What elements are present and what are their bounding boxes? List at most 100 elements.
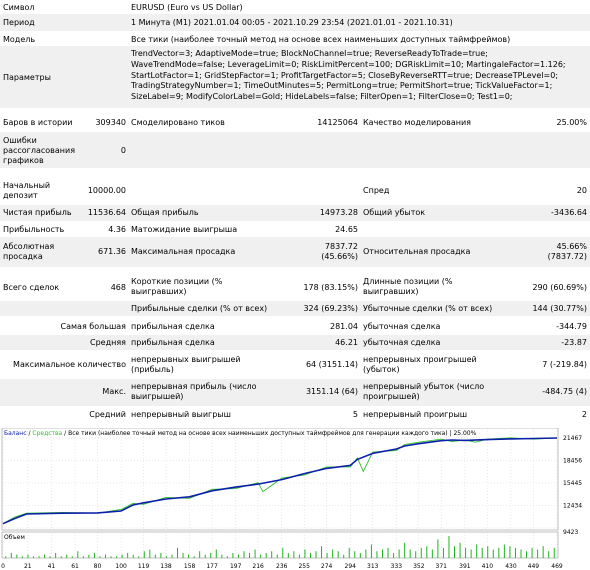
- avg-cons-losses-label: непрерывный проигрыш: [363, 410, 468, 419]
- y-tick-label: 9423: [563, 529, 578, 536]
- long-label: Длинные позиции (%: [363, 277, 453, 286]
- profit-trades-value: 324 (69.23%): [303, 304, 358, 313]
- max-count-label: Максимальное количество: [13, 360, 126, 369]
- max-cons-profit-label: выигрышей): [131, 392, 184, 401]
- params-line: WaveTrendMode=false; LeverageLimit=0; Ri…: [131, 59, 566, 69]
- model-label: Модель: [3, 35, 36, 44]
- total-trades-label: Всего сделок: [3, 283, 60, 292]
- deposit-label: депозит: [3, 191, 38, 200]
- x-tick-label: 274: [321, 563, 333, 570]
- params-line: StartLotFactor=1; GridStepFactor=1; Prof…: [131, 70, 559, 80]
- x-tick-label: 177: [206, 563, 218, 570]
- loss-trades-value: 144 (30.77%): [532, 304, 587, 313]
- x-tick-label: 449: [528, 563, 540, 570]
- average-loss-label: убыточная сделка: [363, 338, 441, 347]
- params-line: SizeLabel=9; ModifyColorLabel=Gold; Hide…: [131, 92, 513, 102]
- deposit-value: 10000.00: [87, 186, 126, 195]
- profit-factor-label: Прибыльность: [3, 225, 65, 234]
- abs-dd-value: 671.36: [98, 247, 126, 256]
- x-tick-label: 313: [367, 563, 379, 570]
- gross-profit-value: 14973.28: [319, 208, 358, 217]
- rel-dd-label: Относительная просадка: [363, 247, 471, 256]
- largest-loss-label: убыточная сделка: [363, 322, 441, 331]
- x-tick-label: 80: [94, 563, 102, 570]
- loss-trades-label: Убыточные сделки (% от всех): [363, 304, 493, 313]
- x-tick-label: 352: [413, 563, 425, 570]
- total-trades-value: 468: [110, 283, 126, 292]
- avg-cons-wins-label: непрерывный выигрыш: [131, 410, 231, 419]
- chart-subtitle: Все тики (наиболее точный метод на основ…: [68, 430, 477, 437]
- quality-label: Качество моделирования: [363, 118, 471, 127]
- x-tick-label: 216: [252, 563, 264, 570]
- cons-losses-value: 7 (-219.84): [542, 360, 587, 369]
- x-tick-label: 391: [459, 563, 471, 570]
- abs-dd-label: просадка: [3, 252, 43, 261]
- y-axis-ticks: 21467 18456 15445 12434 9423: [563, 435, 582, 536]
- max-dd-value: 7837.72: [324, 242, 358, 251]
- x-tick-label: 371: [436, 563, 448, 570]
- ticks-value: 14125064: [317, 118, 358, 127]
- average-loss-value: -23.87: [561, 338, 587, 347]
- gross-loss-label: Общий убыток: [363, 208, 426, 217]
- expected-payoff-value: 24.65: [335, 225, 358, 234]
- abs-dd-label: Абсолютная: [3, 242, 55, 251]
- max-cons-profit-label: непрерывная прибыль (число: [131, 382, 257, 391]
- spread-label: Спред: [363, 186, 390, 195]
- legend-equity: Средства: [32, 430, 62, 437]
- errors-label: Ошибки: [3, 136, 37, 145]
- period-value: 1 Минута (M1) 2021.01.04 00:05 - 2021.10…: [131, 18, 453, 27]
- long-value: 290 (60.69%): [532, 283, 587, 292]
- x-tick-label: 119: [138, 563, 150, 570]
- errors-label: графиков: [3, 156, 44, 165]
- max-dd-percent: (45.66%): [321, 252, 358, 261]
- x-tick-label: 333: [391, 563, 403, 570]
- deposit-label: Начальный: [3, 181, 51, 190]
- largest-profit-value: 281.04: [330, 322, 358, 331]
- profit-factor-value: 4.36: [108, 225, 126, 234]
- max-cons-loss-label: проигрышей): [363, 392, 420, 401]
- volume-frame: [1, 531, 559, 559]
- model-value: Все тики (наиболее точный метод на основ…: [131, 35, 511, 44]
- long-label: выигравших): [363, 287, 419, 296]
- gross-loss-value: -3436.64: [551, 208, 587, 217]
- average-profit-label: прибыльная сделка: [131, 338, 215, 347]
- balance-chart: Баланс / Средства / Все тики (наиболее т…: [1, 428, 582, 570]
- y-tick-label: 21467: [563, 435, 582, 442]
- avg-cons-wins-value: 5: [352, 410, 358, 419]
- short-label: Короткие позиции (%: [131, 277, 223, 286]
- volume-label: Объем: [4, 534, 25, 541]
- x-tick-label: 0: [1, 563, 5, 570]
- cons-losses-label: (убыток): [363, 365, 400, 374]
- average-label: Средняя: [90, 338, 126, 347]
- quality-value: 25.00%: [556, 118, 587, 127]
- x-tick-label: 197: [230, 563, 242, 570]
- x-tick-label: 61: [71, 563, 79, 570]
- errors-value: 0: [120, 146, 126, 155]
- x-tick-label: 430: [505, 563, 517, 570]
- gross-profit-label: Общая прибыль: [131, 208, 199, 217]
- y-tick-label: 12434: [563, 503, 582, 510]
- net-profit-value: 11536.64: [87, 208, 126, 217]
- x-tick-label: 255: [298, 563, 310, 570]
- average-profit-value: 46.21: [335, 338, 358, 347]
- legend-balance: Баланс: [4, 430, 27, 437]
- x-tick-label: 21: [24, 563, 32, 570]
- y-tick-label: 18456: [563, 458, 582, 465]
- cons-wins-label: (прибыль): [131, 365, 174, 374]
- chart-legend: Баланс / Средства / Все тики (наиболее т…: [4, 430, 477, 437]
- spread-value: 20: [576, 186, 587, 195]
- x-tick-label: 158: [184, 563, 196, 570]
- x-tick-label: 294: [345, 563, 357, 570]
- symbol-value: EURUSD (Euro vs US Dollar): [131, 3, 243, 12]
- max-label: Макс.: [102, 387, 126, 396]
- ticks-label: Смоделировано тиков: [131, 118, 225, 127]
- cons-wins-value: 64 (3151.14): [305, 360, 358, 369]
- params-line: TrendVector=3; AdaptiveMode=true; BlockN…: [131, 49, 488, 58]
- max-cons-loss-label: непрерывный убыток (число: [363, 382, 485, 391]
- largest-profit-label: прибыльная сделка: [131, 322, 215, 331]
- cons-wins-label: непрерывных выигрышей: [131, 355, 241, 364]
- rel-dd-amount: (7837.72): [547, 252, 587, 261]
- avg-cons-losses-value: 2: [581, 410, 587, 419]
- period-label: Период: [3, 18, 35, 27]
- params-line: TradingStrategyNumber=1; TimeOutMinutes=…: [131, 81, 553, 91]
